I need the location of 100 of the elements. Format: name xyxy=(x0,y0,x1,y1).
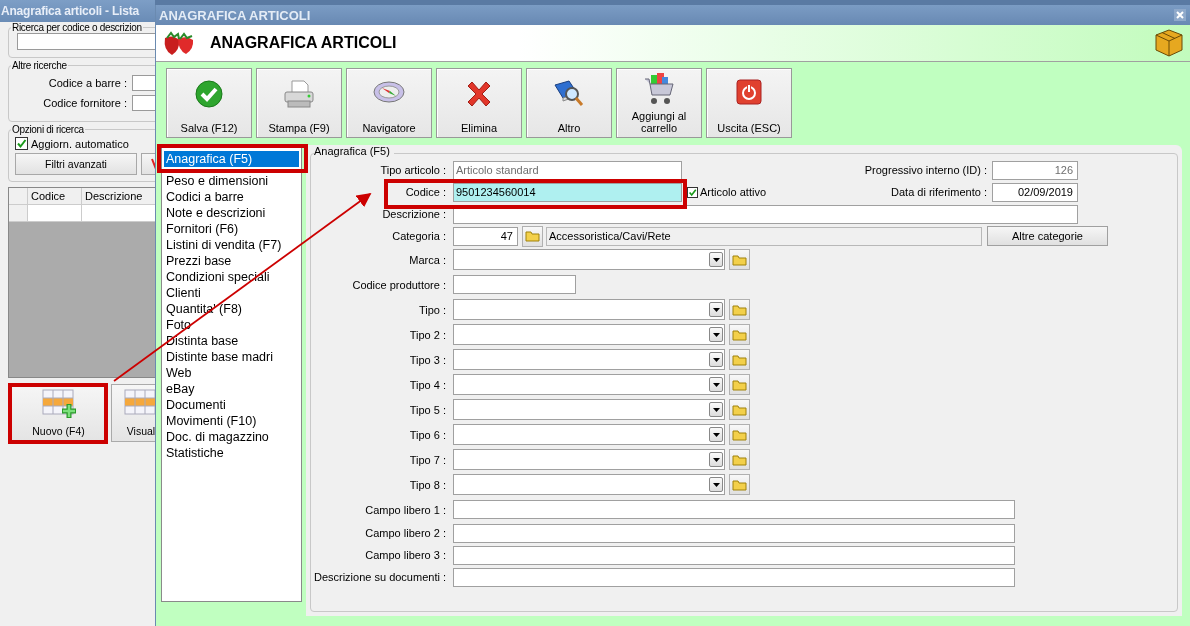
nav-item[interactable]: Peso e dimensioni xyxy=(164,173,299,189)
field-label: Tipo 3 : xyxy=(408,353,446,366)
category-field: Accessoristica/Cavi/Rete xyxy=(546,226,982,246)
dropdown-field[interactable] xyxy=(453,424,725,445)
field-label: Codice produttore : xyxy=(351,278,446,291)
nav-item[interactable]: Anagrafica (F5) xyxy=(164,151,299,167)
nav-item[interactable]: Statistiche xyxy=(164,445,299,461)
folder-button[interactable] xyxy=(729,399,750,420)
dialog-heading: ANAGRAFICA ARTICOLI xyxy=(210,34,398,52)
dropdown-field[interactable] xyxy=(453,324,725,345)
toolbar-button[interactable]: Altro xyxy=(526,68,612,138)
toolbar-button[interactable]: Navigatore xyxy=(346,68,432,138)
folder-icon xyxy=(732,478,747,491)
toolbar-button[interactable]: Aggiungi al carrello xyxy=(616,68,702,138)
nav-item[interactable]: Distinta base xyxy=(164,333,299,349)
nav-item[interactable]: Movimenti (F10) xyxy=(164,413,299,429)
text-field[interactable]: Articolo standard xyxy=(453,160,682,180)
folder-button[interactable] xyxy=(729,324,750,345)
group-title: Altre ricerche xyxy=(11,60,68,71)
search-field[interactable] xyxy=(17,33,155,50)
folder-button[interactable] xyxy=(729,474,750,495)
toolbar-button[interactable]: Stampa (F9) xyxy=(256,68,342,138)
checkbox[interactable] xyxy=(15,137,28,150)
folder-button[interactable] xyxy=(729,449,750,470)
caret-icon xyxy=(712,457,720,462)
text-field[interactable] xyxy=(453,567,1015,587)
nav-item[interactable]: Listini di vendita (F7) xyxy=(164,237,299,253)
window-title: Anagrafica articoli - Lista xyxy=(0,0,155,22)
folder-button[interactable] xyxy=(729,424,750,445)
text-field[interactable]: 126 xyxy=(992,160,1078,180)
nav-item[interactable]: eBay xyxy=(164,381,299,397)
toolbar-button[interactable]: Salva (F12) xyxy=(166,68,252,138)
nav-item[interactable]: Web xyxy=(164,365,299,381)
folder-button[interactable] xyxy=(729,374,750,395)
caret-icon xyxy=(712,432,720,437)
dropdown-button[interactable] xyxy=(709,352,723,367)
dropdown-button[interactable] xyxy=(709,377,723,392)
dropdown-button[interactable] xyxy=(709,402,723,417)
nav-item[interactable]: Clienti xyxy=(164,285,299,301)
checkbox-label: Aggiorn. automatico xyxy=(31,137,129,150)
folder-button[interactable] xyxy=(729,299,750,320)
dropdown-field[interactable] xyxy=(453,249,725,270)
text-field[interactable]: 47 xyxy=(453,226,518,246)
dropdown-field[interactable] xyxy=(453,449,725,470)
close-icon[interactable] xyxy=(1174,9,1186,21)
folder-button[interactable] xyxy=(729,349,750,370)
nav-item[interactable]: Note e descrizioni xyxy=(164,205,299,221)
nav-item[interactable]: Prezzi base xyxy=(164,253,299,269)
view-button[interactable]: Visual xyxy=(111,384,155,442)
categories-button[interactable]: Altre categorie xyxy=(987,226,1108,246)
dropdown-button[interactable] xyxy=(709,252,723,267)
text-field[interactable] xyxy=(453,204,1078,224)
nav-item[interactable]: Fornitori (F6) xyxy=(164,221,299,237)
caret-icon xyxy=(712,407,720,412)
text-field[interactable]: 02/09/2019 xyxy=(992,182,1078,202)
nav-item[interactable]: Foto xyxy=(164,317,299,333)
field-label: Tipo 2 : xyxy=(408,328,446,341)
dropdown-field[interactable] xyxy=(453,399,725,420)
folder-button[interactable] xyxy=(522,225,543,247)
dropdown-button[interactable] xyxy=(709,302,723,317)
dropdown-field[interactable] xyxy=(453,299,725,320)
text-field[interactable] xyxy=(453,545,1015,565)
window-title: ANAGRAFICA ARTICOLI xyxy=(159,7,311,23)
caret-icon xyxy=(712,307,720,312)
dropdown-button[interactable] xyxy=(709,327,723,342)
folder-button[interactable] xyxy=(729,249,750,270)
field-label: Campo libero 1 : xyxy=(364,503,446,516)
field-label: Descrizione su documenti : xyxy=(312,571,446,583)
dropdown-field[interactable] xyxy=(453,474,725,495)
filter-button[interactable]: Filtri avanzati xyxy=(15,153,137,175)
dropdown-button[interactable] xyxy=(709,477,723,492)
column-header[interactable]: Descrizione xyxy=(82,188,155,205)
checkbox[interactable] xyxy=(687,186,698,198)
field-label: Tipo 7 : xyxy=(408,453,446,466)
nav-item[interactable]: Quantita' (F8) xyxy=(164,301,299,317)
text-field[interactable] xyxy=(453,275,576,294)
field-label: Codice a barre : xyxy=(47,77,127,89)
table-cell xyxy=(28,205,82,222)
nav-item[interactable]: Documenti xyxy=(164,397,299,413)
nav-item[interactable]: Distinte base madri xyxy=(164,349,299,365)
text-field[interactable] xyxy=(453,523,1015,543)
folder-icon xyxy=(732,453,747,466)
field-label: Marca : xyxy=(408,253,446,266)
field-label: Tipo : xyxy=(417,303,446,316)
dropdown-field[interactable] xyxy=(453,374,725,395)
nav-item[interactable]: Codici a barre xyxy=(164,189,299,205)
field-label: Descrizione : xyxy=(381,208,446,220)
folder-icon xyxy=(732,403,747,416)
caret-icon xyxy=(712,482,720,487)
text-field[interactable] xyxy=(453,500,1015,519)
caret-icon xyxy=(712,257,720,262)
dropdown-button[interactable] xyxy=(709,452,723,467)
field-label: Campo libero 3 : xyxy=(364,549,446,561)
dropdown-button[interactable] xyxy=(709,427,723,442)
nav-item[interactable]: Doc. di magazzino xyxy=(164,429,299,445)
folder-icon xyxy=(732,428,747,441)
column-header[interactable]: Codice xyxy=(28,188,82,205)
toolbar-button[interactable]: Uscita (ESC) xyxy=(706,68,792,138)
dropdown-field[interactable] xyxy=(453,349,725,370)
toolbar-button[interactable]: Elimina xyxy=(436,68,522,138)
